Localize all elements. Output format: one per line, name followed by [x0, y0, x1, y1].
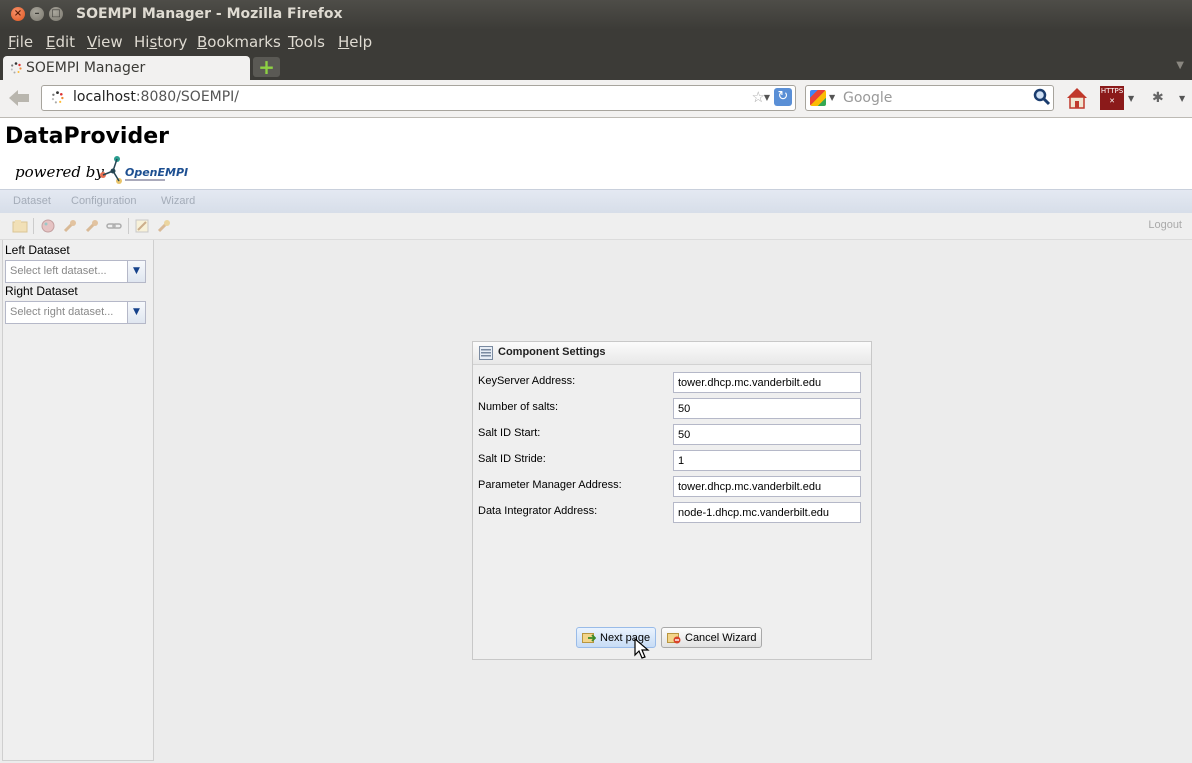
salt-id-stride-input[interactable]: 1 [673, 450, 861, 471]
settings-wrench-icon[interactable] [84, 218, 100, 234]
window-title: SOEMPI Manager - Mozilla Firefox [76, 6, 343, 22]
mouse-cursor-icon [634, 638, 650, 659]
toolbar-separator [128, 218, 129, 234]
parameter-manager-address-label: Parameter Manager Address: [478, 479, 622, 491]
loading-spinner-icon [10, 62, 22, 74]
number-of-salts-input[interactable]: 50 [673, 398, 861, 419]
https-badge-label: HTTPS [1100, 87, 1124, 95]
right-dataset-placeholder: Select right dataset... [10, 306, 114, 318]
menu-file[interactable]: File [8, 33, 33, 51]
tab-soempi-manager[interactable]: SOEMPI Manager [3, 56, 250, 80]
tab-title: SOEMPI Manager [26, 60, 146, 76]
google-engine-icon[interactable] [810, 90, 826, 106]
left-dataset-select[interactable]: Select left dataset... ▼ [5, 260, 146, 283]
svg-text:OpenEMPI: OpenEMPI [125, 166, 188, 179]
keyserver-address-input[interactable]: tower.dhcp.mc.vanderbilt.edu [673, 372, 861, 393]
keyserver-address-label: KeyServer Address: [478, 375, 576, 387]
back-arrow-icon [9, 90, 29, 106]
data-integrator-address-input[interactable]: node-1.dhcp.mc.vanderbilt.edu [673, 502, 861, 523]
new-tab-button[interactable]: + [253, 57, 280, 77]
settings-panel-icon [479, 346, 493, 360]
left-dataset-label: Left Dataset [5, 243, 70, 257]
palette-icon[interactable] [40, 218, 56, 234]
tab-strip: SOEMPI Manager + ▼ [0, 54, 1192, 80]
window-close-button[interactable]: × [11, 7, 25, 21]
menu-history[interactable]: History [134, 33, 187, 51]
powered-by-text: powered by [15, 163, 104, 181]
window-titlebar: × – □ SOEMPI Manager - Mozilla Firefox [0, 0, 1192, 30]
menu-edit[interactable]: Edit [46, 33, 75, 51]
menu-configuration[interactable]: Configuration [71, 195, 136, 207]
web-page: DataProvider powered by OpenEMPI Dataset… [0, 118, 1192, 763]
url-bar[interactable]: localhost:8080/SOEMPI/ ☆ ▼ ↻ [41, 85, 796, 111]
dialog-header: Component Settings [473, 342, 871, 365]
url-history-dropdown-icon[interactable]: ▼ [764, 93, 770, 102]
https-everywhere-icon[interactable]: HTTPS ✕ [1100, 86, 1124, 110]
cancel-folder-icon [667, 633, 681, 644]
menu-view[interactable]: View [87, 33, 123, 51]
salt-id-start-input[interactable]: 50 [673, 424, 861, 445]
chevron-down-icon[interactable]: ▼ [127, 261, 145, 282]
data-integrator-address-label: Data Integrator Address: [478, 505, 598, 517]
search-icon[interactable] [1033, 88, 1051, 106]
edit-wizard-icon[interactable] [134, 218, 150, 234]
chevron-down-icon[interactable]: ▼ [127, 302, 145, 323]
salt-id-stride-label: Salt ID Stride: [478, 453, 546, 465]
window-maximize-button[interactable]: □ [49, 7, 63, 21]
browser-menubar: File Edit View History Bookmarks Tools H… [0, 30, 1192, 54]
site-loading-icon [51, 91, 64, 104]
openempi-logo: OpenEMPI [100, 156, 188, 184]
right-dataset-select[interactable]: Select right dataset... ▼ [5, 301, 146, 324]
next-folder-icon [582, 633, 596, 643]
page-title: DataProvider [5, 124, 169, 149]
wand-icon[interactable] [156, 218, 172, 234]
left-dataset-placeholder: Select left dataset... [10, 265, 107, 277]
dataset-panel: Left Dataset Select left dataset... ▼ Ri… [2, 240, 154, 761]
number-of-salts-label: Number of salts: [478, 401, 559, 413]
menu-tools[interactable]: Tools [288, 33, 325, 51]
dialog-title: Component Settings [498, 346, 606, 358]
logout-link[interactable]: Logout [1148, 219, 1182, 231]
https-dropdown-icon[interactable]: ▼ [1128, 94, 1134, 103]
menu-wizard[interactable]: Wizard [161, 195, 195, 207]
bug-icon[interactable]: ✱ [1152, 90, 1164, 106]
window-minimize-button[interactable]: – [30, 7, 44, 21]
url-text[interactable]: localhost:8080/SOEMPI/ [73, 89, 239, 105]
navigation-toolbar: localhost:8080/SOEMPI/ ☆ ▼ ↻ ▼ Google HT… [0, 80, 1192, 118]
link-icon[interactable] [106, 218, 122, 234]
menu-bookmarks[interactable]: Bookmarks [197, 33, 281, 51]
home-icon[interactable] [1064, 85, 1090, 111]
component-settings-dialog: Component Settings KeyServer Address: to… [472, 341, 872, 660]
cancel-wizard-label: Cancel Wizard [685, 632, 757, 644]
wrench-icon[interactable] [62, 218, 78, 234]
bug-dropdown-icon[interactable]: ▼ [1179, 94, 1185, 103]
app-menubar: Dataset Configuration Wizard [0, 189, 1192, 213]
open-dataset-icon[interactable] [12, 218, 28, 234]
back-button[interactable] [7, 88, 31, 108]
menu-dataset[interactable]: Dataset [13, 195, 51, 207]
search-bar[interactable]: ▼ Google [805, 85, 1054, 111]
search-engine-dropdown-icon[interactable]: ▼ [829, 93, 835, 102]
main-content: Left Dataset Select left dataset... ▼ Ri… [0, 240, 1192, 763]
salt-id-start-label: Salt ID Start: [478, 427, 541, 439]
cancel-wizard-button[interactable]: Cancel Wizard [661, 627, 762, 648]
search-placeholder: Google [843, 90, 893, 106]
reload-icon[interactable]: ↻ [774, 88, 792, 106]
menu-help[interactable]: Help [338, 33, 372, 51]
toolbar-separator [33, 218, 34, 234]
right-dataset-label: Right Dataset [5, 284, 78, 298]
tab-list-dropdown-icon[interactable]: ▼ [1176, 60, 1184, 71]
app-toolbar: Logout [0, 213, 1192, 240]
parameter-manager-address-input[interactable]: tower.dhcp.mc.vanderbilt.edu [673, 476, 861, 497]
